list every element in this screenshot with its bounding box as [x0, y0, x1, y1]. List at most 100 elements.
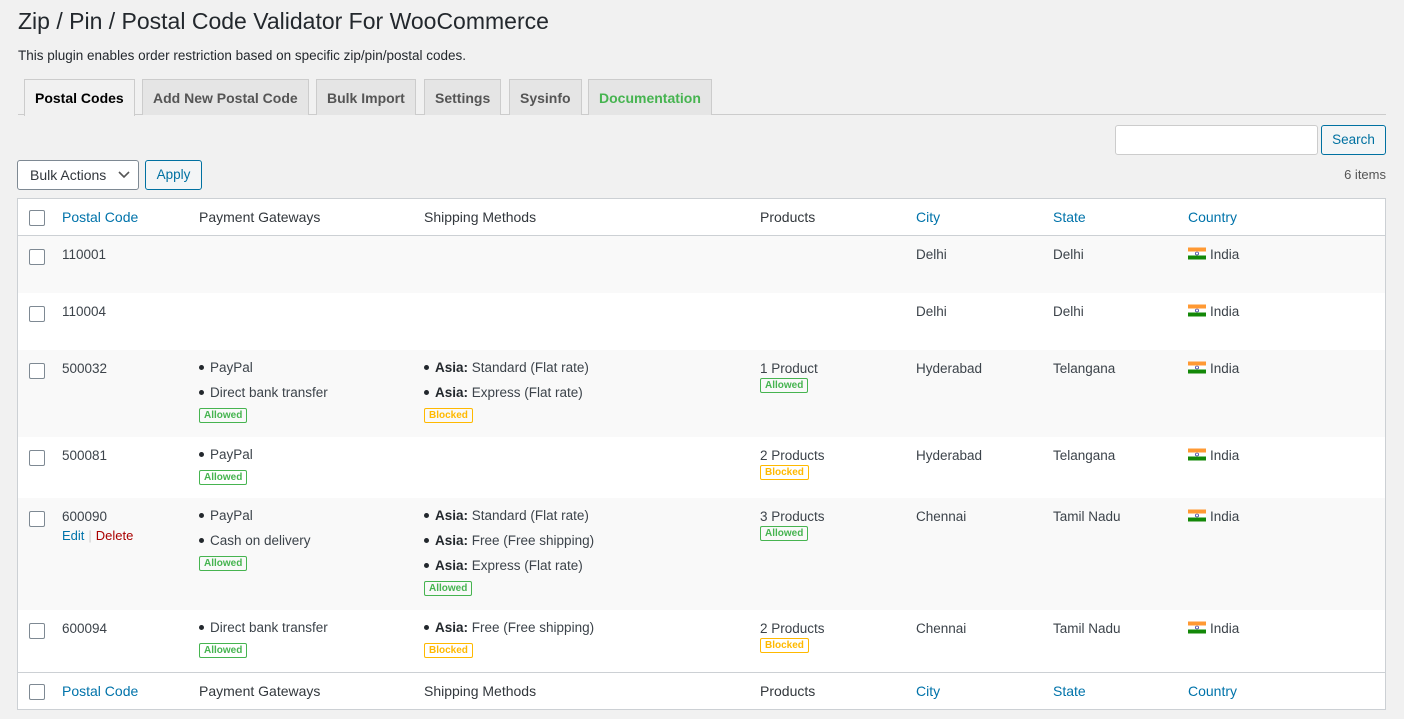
tab-settings[interactable]: Settings	[424, 79, 502, 115]
tab-postal-codes[interactable]: Postal Codes	[24, 79, 135, 116]
payment-gateway-name: Cash on delivery	[210, 533, 311, 548]
plugin-page: Zip / Pin / Postal Code Validator For Wo…	[0, 0, 1404, 719]
table-row: 500032 PayPal Direct bank transfer Allowed A…	[18, 350, 1385, 437]
india-flag-icon	[1188, 247, 1206, 260]
payment-gateway-item: PayPal	[199, 503, 311, 528]
postal-code-cell: 600094	[62, 621, 107, 636]
bulk-actions-select[interactable]: Bulk Actions	[17, 160, 139, 190]
table-row: 500081 PayPal Allowed 2 Products Blocked Hyde…	[18, 437, 1385, 498]
shipping-methods-cell: Asia: Standard (Flat rate) Asia: Free (Fr…	[424, 503, 594, 596]
payment-status-badge: Allowed	[199, 470, 248, 485]
column-footer-city[interactable]: City	[916, 683, 940, 699]
postal-code[interactable]: 110004	[62, 304, 106, 319]
tab-documentation[interactable]: Documentation	[588, 79, 712, 115]
postal-code[interactable]: 500032	[62, 361, 107, 376]
column-header-country[interactable]: Country	[1188, 209, 1237, 225]
tab-add-new-postal-code[interactable]: Add New Postal Code	[142, 79, 309, 115]
row-checkbox[interactable]	[29, 363, 45, 379]
country-cell: India	[1188, 361, 1239, 376]
shipping-method-item: Asia: Free (Free shipping)	[424, 528, 594, 553]
shipping-method-name: Standard (Flat rate)	[471, 360, 589, 375]
column-footer-state[interactable]: State	[1053, 683, 1086, 699]
state-cell: Tamil Nadu	[1053, 621, 1121, 636]
products-cell: 3 Products Allowed	[760, 509, 825, 541]
search-input[interactable]	[1115, 125, 1318, 155]
column-header-state[interactable]: State	[1053, 209, 1086, 225]
india-flag-icon	[1188, 621, 1206, 634]
tab-sysinfo[interactable]: Sysinfo	[509, 79, 582, 115]
shipping-status-badge: Blocked	[424, 408, 473, 423]
select-all-checkbox[interactable]	[29, 210, 45, 226]
products-count: 1 Product	[760, 361, 818, 376]
row-checkbox[interactable]	[29, 511, 45, 527]
shipping-method-item: Asia: Free (Free shipping)	[424, 615, 594, 640]
postal-code-cell: 500032	[62, 361, 107, 376]
shipping-zone: Asia:	[435, 508, 469, 523]
edit-link[interactable]: Edit	[62, 528, 84, 543]
products-cell: 2 Products Blocked	[760, 621, 825, 653]
postal-code[interactable]: 600090	[62, 509, 107, 524]
payment-gateway-item: PayPal	[199, 355, 328, 380]
table-footer-row: Postal Code Payment Gateways Shipping Me…	[18, 672, 1385, 709]
payment-gateways-cell: PayPal Allowed	[199, 442, 253, 485]
country-cell: India	[1188, 509, 1239, 524]
column-footer-postal-code[interactable]: Postal Code	[62, 683, 138, 699]
payment-gateway-name: Direct bank transfer	[210, 620, 328, 635]
postal-code-cell: 600090 Edit | Delete	[62, 509, 133, 543]
postal-codes-table: Postal Code Payment Gateways Shipping Me…	[17, 198, 1386, 710]
payment-gateway-item: PayPal	[199, 442, 253, 467]
india-flag-icon	[1188, 448, 1206, 461]
products-count: 2 Products	[760, 448, 825, 463]
page-title: Zip / Pin / Postal Code Validator For Wo…	[18, 8, 549, 34]
table-row: 600090 Edit | Delete PayPal Cash on delivery A…	[18, 498, 1385, 610]
row-checkbox[interactable]	[29, 249, 45, 265]
row-checkbox[interactable]	[29, 623, 45, 639]
select-all-checkbox-footer[interactable]	[29, 684, 45, 700]
city-cell: Delhi	[916, 304, 947, 319]
country-name: India	[1210, 247, 1240, 262]
payment-gateways-cell: PayPal Cash on delivery Allowed	[199, 503, 311, 571]
shipping-method-name: Free (Free shipping)	[471, 620, 595, 635]
column-header-city[interactable]: City	[916, 209, 940, 225]
product-status-badge: Allowed	[760, 526, 809, 541]
postal-code-cell: 110001	[62, 247, 106, 262]
shipping-method-name: Standard (Flat rate)	[471, 508, 589, 523]
city-cell: Chennai	[916, 509, 967, 524]
payment-gateways-cell: Direct bank transfer Allowed	[199, 615, 328, 658]
row-checkbox[interactable]	[29, 306, 45, 322]
india-flag-icon	[1188, 361, 1206, 374]
country-cell: India	[1188, 304, 1239, 319]
postal-code[interactable]: 110001	[62, 247, 106, 262]
shipping-method-item: Asia: Express (Flat rate)	[424, 553, 594, 578]
apply-button[interactable]: Apply	[145, 160, 202, 190]
column-footer-country[interactable]: Country	[1188, 683, 1237, 699]
payment-gateway-name: PayPal	[210, 508, 253, 523]
row-actions: Edit | Delete	[62, 528, 133, 543]
shipping-status-badge: Blocked	[424, 643, 473, 658]
delete-link[interactable]: Delete	[96, 528, 134, 543]
table-row: 110001 Delhi Delhi India	[18, 236, 1385, 293]
table-row: 600094 Direct bank transfer Allowed Asia: F…	[18, 610, 1385, 672]
payment-gateways-cell: PayPal Direct bank transfer Allowed	[199, 355, 328, 423]
table-header-row: Postal Code Payment Gateways Shipping Me…	[18, 199, 1385, 236]
city-cell: Hyderabad	[916, 448, 983, 463]
shipping-zone: Asia:	[435, 360, 469, 375]
column-header-products: Products	[760, 209, 816, 225]
country-name: India	[1210, 448, 1240, 463]
row-actions-separator: |	[88, 528, 92, 543]
products-cell: 2 Products Blocked	[760, 448, 825, 480]
country-name: India	[1210, 509, 1240, 524]
postal-code[interactable]: 600094	[62, 621, 107, 636]
products-count: 2 Products	[760, 621, 825, 636]
country-name: India	[1210, 361, 1240, 376]
nav-tabs: Postal Codes Add New Postal Code Bulk Im…	[18, 79, 1386, 116]
row-checkbox[interactable]	[29, 450, 45, 466]
products-cell: 1 Product Allowed	[760, 361, 818, 393]
column-header-postal-code[interactable]: Postal Code	[62, 209, 138, 225]
search-button[interactable]: Search	[1321, 125, 1386, 155]
country-name: India	[1210, 304, 1240, 319]
payment-gateway-item: Cash on delivery	[199, 528, 311, 553]
postal-code[interactable]: 500081	[62, 448, 107, 463]
tab-bulk-import[interactable]: Bulk Import	[316, 79, 416, 115]
shipping-zone: Asia:	[435, 385, 469, 400]
